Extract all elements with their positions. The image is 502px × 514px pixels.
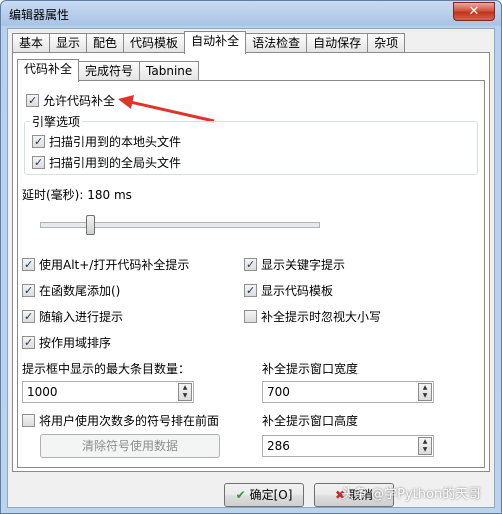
close-icon: ✕ xyxy=(468,4,480,19)
checkbox-box[interactable] xyxy=(22,284,35,297)
checkbox-box[interactable] xyxy=(22,258,35,271)
checkbox-box[interactable] xyxy=(26,94,39,107)
scan-global-headers-checkbox[interactable]: 扫描引用到的全局头文件 xyxy=(32,154,181,171)
spin-up-icon[interactable]: ▲ xyxy=(423,438,428,445)
tab-display[interactable]: 显示 xyxy=(49,33,88,53)
window-title: 编辑器属性 xyxy=(9,8,70,22)
frequent-symbols-first-checkbox[interactable]: 将用户使用次数多的符号排在前面 xyxy=(22,412,219,429)
close-button[interactable]: ✕ xyxy=(453,2,495,21)
delay-label: 延时(毫秒): 180 ms xyxy=(22,188,132,202)
show-keyword-hints-checkbox[interactable]: 显示关键字提示 xyxy=(244,256,345,273)
ok-button[interactable]: ✔ 确定[O] xyxy=(224,483,304,507)
max-items-stepper[interactable]: 1000 ▲ ▼ xyxy=(22,381,194,403)
subtab-tabnine[interactable]: Tabnine xyxy=(139,61,200,81)
delay-slider-thumb[interactable] xyxy=(86,215,96,235)
tab-misc[interactable]: 杂项 xyxy=(367,33,406,53)
spin-up-icon[interactable]: ▲ xyxy=(183,384,188,391)
main-tabs: 基本 显示 配色 代码模板 自动补全 语法检查 自动保存 杂项 xyxy=(12,31,406,54)
editor-properties-dialog: 编辑器属性 ✕ 基本 显示 配色 代码模板 自动补全 语法检查 自动保存 杂项 … xyxy=(0,0,502,514)
spin-down-icon[interactable]: ▼ xyxy=(423,392,428,399)
code-completion-panel: 允许代码补全 引擎选项 扫描引用到的本地头文件 扫描引用到的全局头文件 延时(毫 xyxy=(17,80,485,468)
subtab-completion-symbols[interactable]: 完成符号 xyxy=(78,61,141,81)
tab-basic[interactable]: 基本 xyxy=(12,33,51,53)
popup-width-label: 补全提示窗口宽度 xyxy=(262,362,359,376)
auto-completion-panel: 代码补全 完成符号 Tabnine 允许代码补全 引擎选项 扫描引用到的 xyxy=(12,52,490,472)
sub-tabs: 代码补全 完成符号 Tabnine xyxy=(17,59,200,82)
spin-buttons[interactable]: ▲ ▼ xyxy=(418,383,432,401)
suggest-while-typing-checkbox[interactable]: 随输入进行提示 xyxy=(22,308,123,325)
show-code-templates-checkbox[interactable]: 显示代码模板 xyxy=(244,282,333,299)
scan-local-headers-checkbox[interactable]: 扫描引用到的本地头文件 xyxy=(32,133,181,150)
checkmark-icon: ✔ xyxy=(235,488,246,502)
subtab-code-completion[interactable]: 代码补全 xyxy=(17,59,80,82)
clear-symbol-usage-button[interactable]: 清除符号使用数据 xyxy=(40,434,220,458)
tab-auto-save[interactable]: 自动保存 xyxy=(306,33,369,53)
ignore-case-checkbox[interactable]: 补全提示时忽视大小写 xyxy=(244,308,381,325)
title-bar[interactable]: 编辑器属性 ✕ xyxy=(1,1,501,27)
delay-slider-track[interactable] xyxy=(40,222,320,228)
spin-buttons[interactable]: ▲ ▼ xyxy=(178,383,192,401)
popup-width-value[interactable]: 700 xyxy=(267,385,290,399)
checkbox-box[interactable] xyxy=(244,310,257,323)
popup-width-stepper[interactable]: 700 ▲ ▼ xyxy=(262,381,434,403)
spin-buttons[interactable]: ▲ ▼ xyxy=(418,437,432,455)
spin-down-icon[interactable]: ▼ xyxy=(183,392,188,399)
tab-syntax-check[interactable]: 语法检查 xyxy=(245,33,308,53)
spin-up-icon[interactable]: ▲ xyxy=(423,384,428,391)
max-items-value[interactable]: 1000 xyxy=(27,385,58,399)
checkbox-box[interactable] xyxy=(22,414,35,427)
checkbox-box[interactable] xyxy=(244,258,257,271)
dialog-client: 基本 显示 配色 代码模板 自动补全 语法检查 自动保存 杂项 代码补全 完成符… xyxy=(7,28,495,508)
watermark: 头条 @学Python的天哥 xyxy=(341,487,482,502)
popup-height-label: 补全提示窗口高度 xyxy=(262,414,359,428)
tab-code-templates[interactable]: 代码模板 xyxy=(123,33,186,53)
checkbox-box[interactable] xyxy=(32,156,45,169)
tab-auto-completion[interactable]: 自动补全 xyxy=(184,31,247,54)
allow-completion-checkbox[interactable]: 允许代码补全 xyxy=(26,92,115,109)
alt-slash-completion-checkbox[interactable]: 使用Alt+/打开代码补全提示 xyxy=(22,256,189,273)
checkbox-box[interactable] xyxy=(22,310,35,323)
engine-options-title: 引擎选项 xyxy=(30,113,83,130)
tab-colors[interactable]: 配色 xyxy=(86,33,125,53)
sort-by-scope-checkbox[interactable]: 按作用域排序 xyxy=(22,334,111,351)
max-items-label: 提示框中显示的最大条目数量： xyxy=(22,362,191,376)
append-parentheses-checkbox[interactable]: 在函数尾添加() xyxy=(22,282,120,299)
spin-down-icon[interactable]: ▼ xyxy=(423,446,428,453)
checkbox-box[interactable] xyxy=(32,135,45,148)
popup-height-stepper[interactable]: 286 ▲ ▼ xyxy=(262,435,434,457)
checkbox-box[interactable] xyxy=(244,284,257,297)
checkbox-box[interactable] xyxy=(22,336,35,349)
popup-height-value[interactable]: 286 xyxy=(267,439,290,453)
